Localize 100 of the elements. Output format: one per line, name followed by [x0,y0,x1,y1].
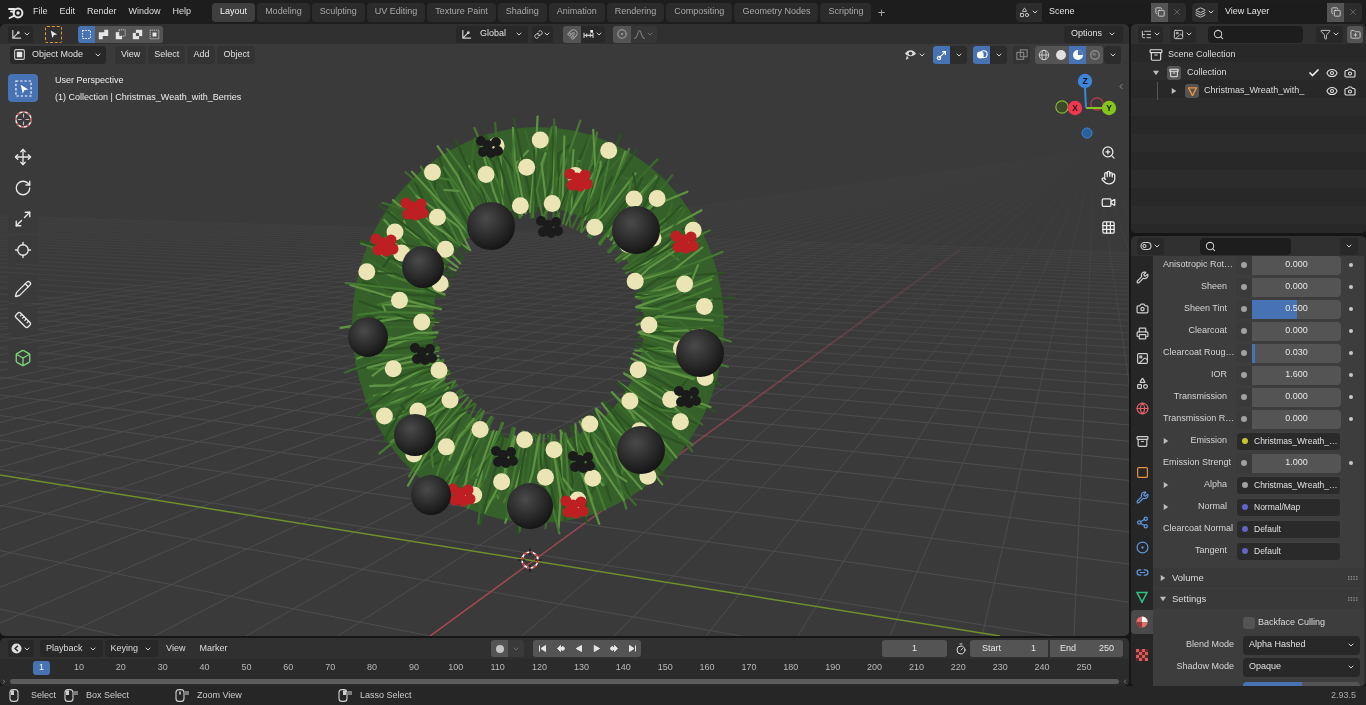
menu-item[interactable]: View [115,45,147,64]
workspace-tab[interactable]: Shading [497,2,547,22]
snap-toggle[interactable] [563,25,581,43]
slider-field[interactable]: 0.000 [1236,256,1341,275]
workspace-tab[interactable]: Scripting [820,2,872,22]
xray-toggle[interactable] [1013,45,1030,64]
expand-arrow-icon[interactable] [1171,88,1177,94]
expand-arrow-icon[interactable] [1163,482,1169,488]
dropdown-field[interactable]: Opaque [1243,657,1360,677]
menu-item[interactable]: Edit [53,2,82,22]
chevron-left-icon[interactable] [1122,678,1128,685]
data-block-dropdown[interactable] [1192,2,1218,22]
data-block-dropdown[interactable] [1016,2,1042,22]
overlay-toggle[interactable] [973,45,990,64]
add-workspace-button[interactable]: + [873,2,890,22]
slider-field[interactable]: 0.000 [1236,277,1341,297]
editor-type-button[interactable] [1137,237,1164,255]
workspace-tab[interactable]: UV Editing [366,2,426,22]
menu-item[interactable]: Window [122,2,167,22]
menu-item[interactable]: Help [166,2,198,22]
menu-item[interactable]: Object [217,45,256,64]
shading-mode-button[interactable] [1052,45,1069,64]
menu-dropdown[interactable]: Playback [40,640,103,657]
workspace-tab[interactable]: Compositing [666,2,733,22]
toggle-options-dropdown[interactable] [950,45,967,64]
slider-field[interactable]: 0.000 [1236,321,1341,341]
playback-button[interactable] [533,640,552,657]
negative-axis-icon[interactable] [1081,127,1093,139]
select-mode-button[interactable] [146,25,163,43]
playback-button[interactable] [623,640,642,657]
falloff-dropdown[interactable] [631,25,657,43]
editor-type-button[interactable] [8,25,33,43]
slider-field[interactable]: 0.000 [1236,409,1341,429]
socket-link-field[interactable]: Normal/Map [1236,497,1341,517]
new-collection-button[interactable] [1347,25,1363,43]
select-mode-button[interactable] [78,25,95,43]
slider-field[interactable]: 0.030 [1236,343,1341,363]
mode-dropdown[interactable]: Object Mode [10,45,106,64]
start-frame-field[interactable]: Start 1 [970,640,1048,657]
shading-mode-button[interactable] [1035,45,1052,64]
menu-item[interactable]: Select [148,45,186,64]
menu-dropdown[interactable]: Keying [104,640,159,657]
workspace-tab[interactable]: Texture Paint [427,2,496,22]
camera-icon[interactable] [1344,85,1356,97]
proportional-editing-toggle[interactable] [613,25,631,43]
shading-mode-button[interactable] [1069,45,1086,64]
current-frame-field[interactable]: 1 [882,640,947,657]
select-mode-button[interactable] [129,25,146,43]
socket-link-field[interactable]: Default [1236,541,1341,561]
menu-item[interactable]: Add [187,45,216,64]
checkbox-label[interactable]: Backface Culling [1258,616,1326,630]
options-dropdown[interactable]: Options [1063,25,1123,43]
slider-field[interactable] [1243,682,1360,686]
editor-type-button[interactable] [1138,25,1163,43]
workspace-tab[interactable]: Sculpting [311,2,365,22]
select-mode-button[interactable] [112,25,129,43]
display-mode-dropdown[interactable] [1170,25,1196,43]
tool-button[interactable] [8,74,38,102]
panel-header[interactable]: Volume [1153,568,1364,588]
end-frame-field[interactable]: End 250 [1050,640,1123,657]
expand-arrow-icon[interactable] [1163,438,1169,444]
expand-arrow-icon[interactable] [1163,504,1169,510]
socket-link-field[interactable]: Default [1236,519,1341,539]
number-field[interactable]: 1.000 [1236,453,1341,473]
snap-target-dropdown[interactable] [581,25,605,43]
chevron-right-icon[interactable] [1,678,7,685]
tool-button[interactable] [8,306,38,334]
workspace-tab[interactable]: Geometry Nodes [734,2,819,22]
menu-item[interactable]: File [27,2,54,22]
expand-arrow-icon[interactable] [1153,70,1159,76]
outliner-item-label[interactable]: Collection [1187,66,1227,80]
search-field[interactable] [1200,237,1291,255]
properties-tab[interactable] [1131,610,1153,634]
socket-link-field[interactable]: Christmas_Wreath_… [1236,475,1341,495]
workspace-tab[interactable]: Modeling [257,2,310,22]
menu-item[interactable]: Render [81,2,123,22]
pivot-dropdown[interactable] [532,25,553,43]
orientation-dropdown[interactable]: Global [456,25,528,43]
filter-dropdown[interactable] [1316,25,1343,43]
outliner-item-label[interactable]: Scene Collection [1168,48,1236,62]
gizmo-toggle[interactable] [933,45,950,64]
active-tool-button[interactable] [45,25,62,43]
timeline-scrollbar[interactable] [10,679,1119,684]
search-field[interactable] [1208,25,1303,43]
eye-icon[interactable] [1326,67,1338,79]
toggle-options-dropdown[interactable] [990,45,1007,64]
menu-item[interactable]: View [160,640,192,657]
auto-keying-toggle[interactable] [491,640,509,657]
negative-axis-icon[interactable] [1055,100,1069,114]
menu-item[interactable]: Marker [193,640,234,657]
playhead-frame[interactable]: 1 [33,661,50,675]
eye-icon[interactable] [1326,85,1338,97]
copy-button[interactable] [1151,2,1168,22]
axis-handle[interactable]: X [1067,100,1083,116]
editor-type-button[interactable] [8,640,34,657]
workspace-tab[interactable]: Layout [212,2,256,22]
copy-button[interactable] [1327,2,1344,22]
workspace-tab[interactable]: Rendering [606,2,665,22]
slider-field[interactable]: 0.000 [1236,387,1341,407]
workspace-tab[interactable]: Animation [548,2,605,22]
